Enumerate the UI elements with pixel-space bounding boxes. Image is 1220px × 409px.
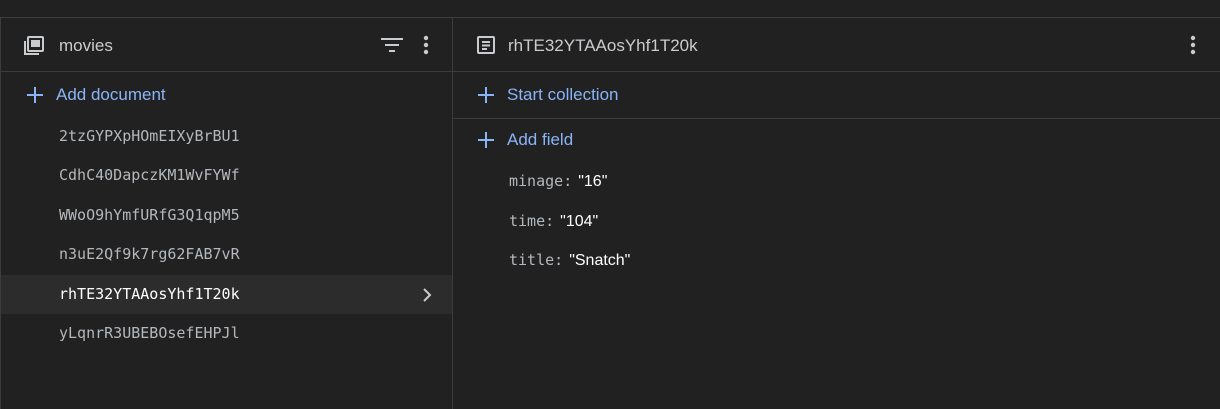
add-field-button[interactable]: Add field [453, 118, 1220, 162]
field-value: "104" [560, 213, 599, 230]
plus-icon [478, 132, 494, 148]
document-list-item[interactable]: 2tzGYPXpHOmEIXyBrBU1 [1, 117, 452, 156]
document-list-item[interactable]: yLqnrR3UBEBOsefEHPJl [1, 314, 452, 353]
more-vert-icon[interactable] [414, 33, 438, 57]
document-id: CdhC40DapczKM1WvFYWf [59, 166, 240, 184]
document-list-item[interactable]: n3uE2Qf9k7rg62FAB7vR [1, 235, 452, 274]
field-value: "16" [578, 173, 608, 190]
field-row[interactable]: time: "104" [509, 210, 598, 232]
add-document-label: Add document [56, 85, 166, 104]
document-id: n3uE2Qf9k7rg62FAB7vR [59, 245, 240, 263]
field-key: time [509, 212, 546, 230]
plus-icon [478, 87, 494, 103]
document-title: rhTE32YTAAosYhf1T20k [508, 36, 698, 55]
document-panel: rhTE32YTAAosYhf1T20k Start collection Ad… [453, 18, 1220, 409]
filter-icon[interactable] [380, 33, 404, 57]
document-id: yLqnrR3UBEBOsefEHPJl [59, 324, 240, 342]
field-separator: : [563, 172, 573, 190]
field-row[interactable]: minage: "16" [509, 170, 607, 192]
field-separator: : [545, 212, 555, 230]
collection-header: movies [1, 18, 452, 72]
field-key: minage [509, 172, 564, 190]
field-key: title [509, 251, 555, 269]
collection-panel: movies Add document 2tzGYPXpHOmEIXyBrBU1… [0, 18, 453, 409]
field-value: "Snatch" [569, 252, 631, 269]
document-id: rhTE32YTAAosYhf1T20k [59, 285, 240, 303]
collection-stack-icon [23, 36, 45, 61]
document-id: 2tzGYPXpHOmEIXyBrBU1 [59, 127, 240, 145]
document-list-item[interactable]: WWoO9hYmfURfG3Q1qpM5 [1, 196, 452, 235]
more-vert-icon[interactable] [1181, 33, 1205, 57]
document-list-item-selected[interactable]: rhTE32YTAAosYhf1T20k [1, 275, 452, 314]
field-row[interactable]: title: "Snatch" [509, 249, 630, 271]
add-field-label: Add field [507, 130, 574, 149]
chevron-right-icon [422, 287, 432, 308]
collection-title: movies [59, 36, 113, 55]
document-id: WWoO9hYmfURfG3Q1qpM5 [59, 206, 240, 224]
add-document-button[interactable]: Add document [1, 73, 452, 117]
document-header: rhTE32YTAAosYhf1T20k [453, 18, 1220, 72]
start-collection-button[interactable]: Start collection [453, 73, 1220, 117]
firestore-data-viewer: movies Add document 2tzGYPXpHOmEIXyBrBU1… [0, 0, 1220, 409]
document-icon [477, 36, 495, 59]
start-collection-label: Start collection [507, 85, 619, 104]
document-list-item[interactable]: CdhC40DapczKM1WvFYWf [1, 156, 452, 195]
field-separator: : [554, 251, 564, 269]
plus-icon [27, 87, 43, 103]
